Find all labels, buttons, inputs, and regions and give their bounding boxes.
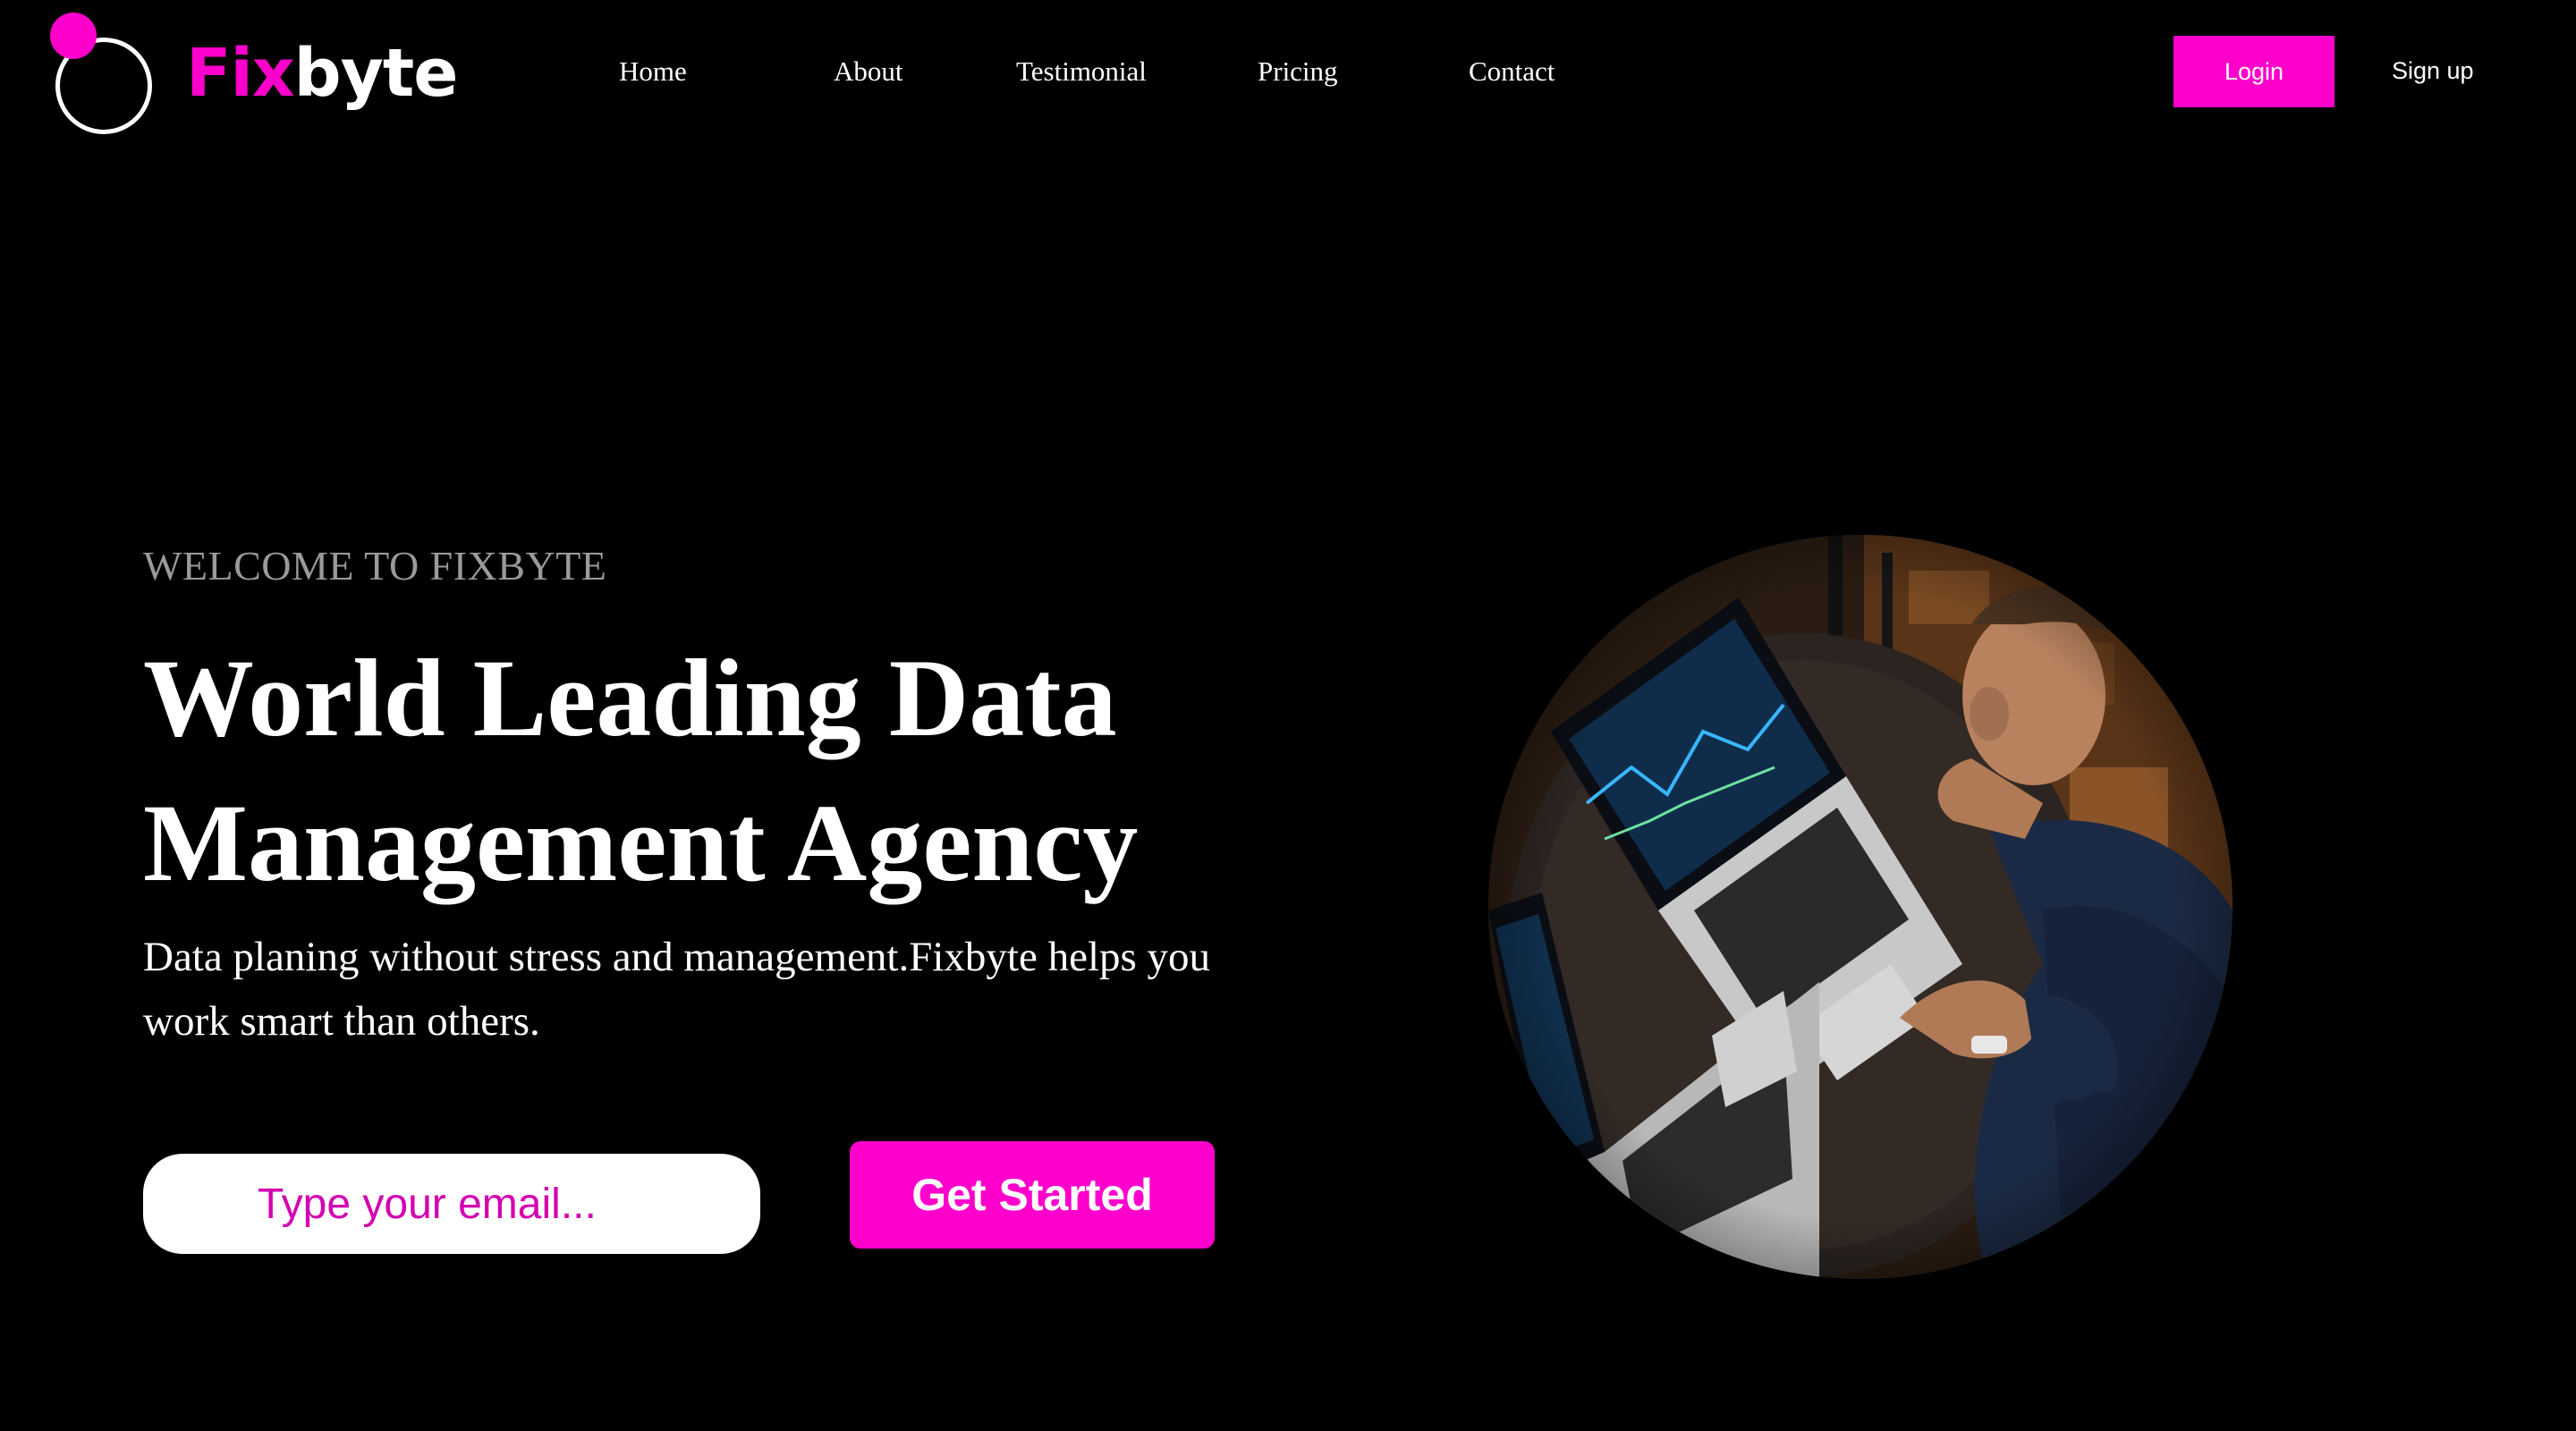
hero-subtitle: Data planing without stress and manageme… [143, 934, 1211, 1045]
login-button[interactable]: Login [2174, 36, 2334, 107]
nav-home[interactable]: Home [619, 50, 687, 93]
brand-logo[interactable]: Fixbyte [50, 11, 462, 136]
landing-page: Fixbyte Home About Testimonial Pricing C… [0, 0, 2576, 1431]
brand-name: Fixbyte [186, 29, 459, 118]
nav-pricing[interactable]: Pricing [1258, 50, 1338, 93]
email-input[interactable] [143, 1154, 760, 1254]
get-started-button[interactable]: Get Started [850, 1141, 1215, 1249]
logo-dot-icon [50, 13, 97, 59]
hero-eyebrow: WELCOME TO FIXBYTE [143, 543, 607, 588]
nav-about[interactable]: About [834, 50, 903, 93]
brand-name-part2: byte [293, 35, 459, 112]
signup-link[interactable]: Sign up [2392, 48, 2474, 93]
nav-contact[interactable]: Contact [1469, 50, 1555, 93]
hero-photo [1488, 535, 2233, 1279]
hero-title: World Leading Data Management Agency [143, 637, 1139, 904]
nav-testimonial[interactable]: Testimonial [1016, 50, 1147, 93]
brand-name-part1: Fix [186, 35, 295, 112]
photo-man-with-laptops-icon [1488, 535, 2233, 1279]
